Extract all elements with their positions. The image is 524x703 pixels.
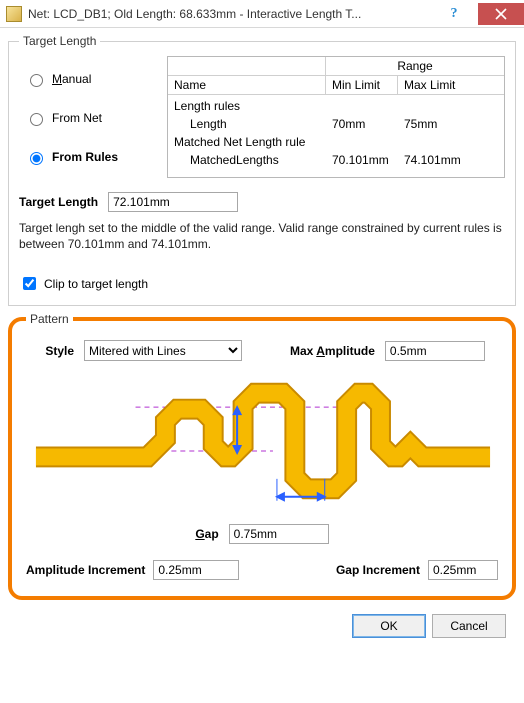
rules-body: Length rulesLength70mm75mmMatched Net Le… [168, 95, 504, 177]
source-radio-group: Manual From Net From Rules [19, 56, 159, 178]
radio-from-rules[interactable] [30, 152, 43, 165]
target-length-group: Target Length Manual From Net From Rules [8, 34, 516, 306]
amplitude-increment-input[interactable] [153, 560, 239, 580]
radio-manual-label: Manual [52, 72, 91, 86]
window-title: Net: LCD_DB1; Old Length: 68.633mm - Int… [28, 7, 432, 21]
rules-header-min: Min Limit [326, 76, 398, 94]
radio-from-rules-label: From Rules [52, 150, 118, 164]
rules-range-header: Range [326, 57, 504, 75]
target-length-legend: Target Length [19, 34, 100, 48]
radio-manual[interactable] [30, 74, 43, 87]
pattern-group: Pattern Style Mitered with Lines Max Amp… [8, 312, 516, 600]
radio-from-net-label: From Net [52, 111, 102, 125]
clip-label: Clip to target length [44, 277, 148, 291]
max-amplitude-label: Max Amplitude [290, 344, 375, 358]
style-label: Style [26, 344, 74, 358]
rules-header-max: Max Limit [398, 76, 504, 94]
radio-from-net[interactable] [30, 113, 43, 126]
target-length-help: Target lengh set to the middle of the va… [19, 220, 505, 252]
style-combo[interactable]: Mitered with Lines [84, 340, 242, 361]
gap-input[interactable] [229, 524, 329, 544]
rules-data-row: Length70mm75mm [168, 115, 504, 133]
close-icon [495, 8, 507, 20]
pattern-illustration [26, 369, 498, 517]
target-length-label: Target Length [19, 195, 98, 209]
rules-section-row: Length rules [168, 97, 504, 115]
rules-section-row: Matched Net Length rule [168, 133, 504, 151]
ok-button[interactable]: OK [352, 614, 426, 638]
target-length-input[interactable] [108, 192, 238, 212]
gap-increment-input[interactable] [428, 560, 498, 580]
gap-label: Gap [195, 527, 218, 541]
max-amplitude-input[interactable] [385, 341, 485, 361]
close-button[interactable] [478, 3, 524, 25]
app-icon [6, 6, 22, 22]
gap-increment-label: Gap Increment [336, 563, 420, 577]
rules-table: Range Name Min Limit Max Limit Length ru… [167, 56, 505, 178]
rules-data-row: MatchedLengths70.101mm74.101mm [168, 151, 504, 169]
help-button[interactable]: ? [432, 3, 476, 25]
cancel-button[interactable]: Cancel [432, 614, 506, 638]
pattern-legend: Pattern [26, 312, 73, 326]
amplitude-increment-label: Amplitude Increment [26, 563, 145, 577]
rules-header-name: Name [168, 76, 326, 94]
titlebar: Net: LCD_DB1; Old Length: 68.633mm - Int… [0, 0, 524, 28]
dialog-footer: OK Cancel [8, 606, 516, 638]
clip-checkbox[interactable] [23, 277, 36, 290]
